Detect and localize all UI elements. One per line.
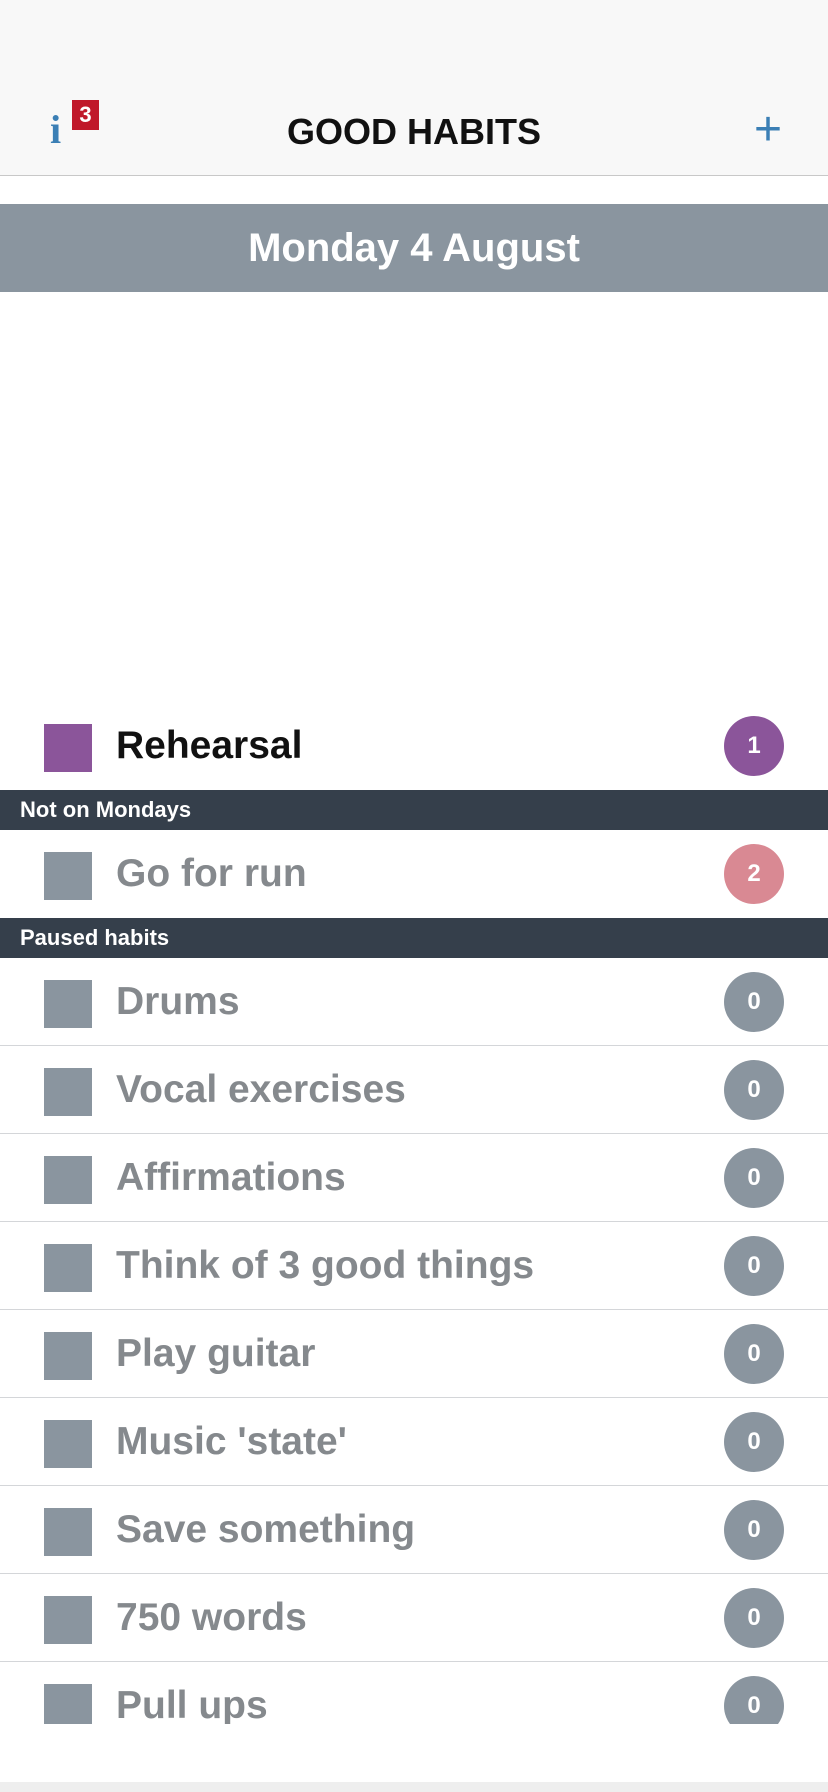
- habit-name: Play guitar: [116, 1332, 316, 1375]
- habit-checkbox[interactable]: [44, 1596, 92, 1644]
- section-header: Not on Mondays: [0, 790, 828, 830]
- home-indicator: [0, 1782, 828, 1792]
- habit-row[interactable]: 750 words 0: [0, 1574, 828, 1662]
- date-banner: Monday 4 August: [0, 204, 828, 292]
- habit-row[interactable]: Go for run 2: [0, 830, 828, 918]
- habit-count-badge: 0: [724, 1148, 784, 1208]
- habit-row[interactable]: Play guitar 0: [0, 1310, 828, 1398]
- nav-bar: i 3 GOOD HABITS +: [0, 0, 828, 176]
- habit-name: Vocal exercises: [116, 1068, 406, 1111]
- habit-count-badge: 0: [724, 1236, 784, 1296]
- habit-row[interactable]: Save something 0: [0, 1486, 828, 1574]
- habit-count-badge: 0: [724, 972, 784, 1032]
- add-habit-button[interactable]: +: [744, 104, 792, 156]
- section-header: Paused habits: [0, 918, 828, 958]
- plus-icon: +: [753, 103, 783, 156]
- habit-checkbox[interactable]: [44, 1244, 92, 1292]
- habit-name: Music 'state': [116, 1420, 347, 1463]
- habit-count-badge: 1: [724, 716, 784, 776]
- habit-checkbox[interactable]: [44, 1332, 92, 1380]
- habit-name: Save something: [116, 1508, 416, 1551]
- habit-count-badge: 0: [724, 1676, 784, 1724]
- habit-row[interactable]: Vocal exercises 0: [0, 1046, 828, 1134]
- habit-list[interactable]: Rehearsal 1 Not on Mondays Go for run 2 Pause…: [0, 702, 828, 1724]
- habit-count-badge: 0: [724, 1412, 784, 1472]
- habit-row[interactable]: Pull ups 0: [0, 1662, 828, 1724]
- habit-row[interactable]: Affirmations 0: [0, 1134, 828, 1222]
- habit-checkbox[interactable]: [44, 1156, 92, 1204]
- habit-checkbox[interactable]: [44, 1420, 92, 1468]
- habit-count-badge: 0: [724, 1324, 784, 1384]
- habit-checkbox[interactable]: [44, 724, 92, 772]
- habit-count-badge: 0: [724, 1060, 784, 1120]
- habit-name: Drums: [116, 980, 240, 1023]
- habit-checkbox[interactable]: [44, 1684, 92, 1724]
- habit-name: Pull ups: [116, 1684, 268, 1724]
- screen: i 3 GOOD HABITS + Monday 4 August Rehear…: [0, 0, 828, 1792]
- habit-row[interactable]: Drums 0: [0, 958, 828, 1046]
- habit-row[interactable]: Think of 3 good things 0: [0, 1222, 828, 1310]
- habit-row[interactable]: Music 'state' 0: [0, 1398, 828, 1486]
- page-title: GOOD HABITS: [286, 111, 541, 152]
- habit-name: Rehearsal: [116, 724, 303, 767]
- habit-name: Affirmations: [116, 1156, 346, 1199]
- habit-count-badge: 2: [724, 844, 784, 904]
- habit-count-badge: 0: [724, 1588, 784, 1648]
- habit-checkbox[interactable]: [44, 1068, 92, 1116]
- habit-checkbox[interactable]: [44, 852, 92, 900]
- habit-checkbox[interactable]: [44, 1508, 92, 1556]
- habit-checkbox[interactable]: [44, 980, 92, 1028]
- habit-name: Go for run: [116, 852, 307, 895]
- habit-name: Think of 3 good things: [116, 1244, 535, 1287]
- habit-row[interactable]: Rehearsal 1: [0, 702, 828, 790]
- habit-name: 750 words: [116, 1596, 307, 1639]
- habit-count-badge: 0: [724, 1500, 784, 1560]
